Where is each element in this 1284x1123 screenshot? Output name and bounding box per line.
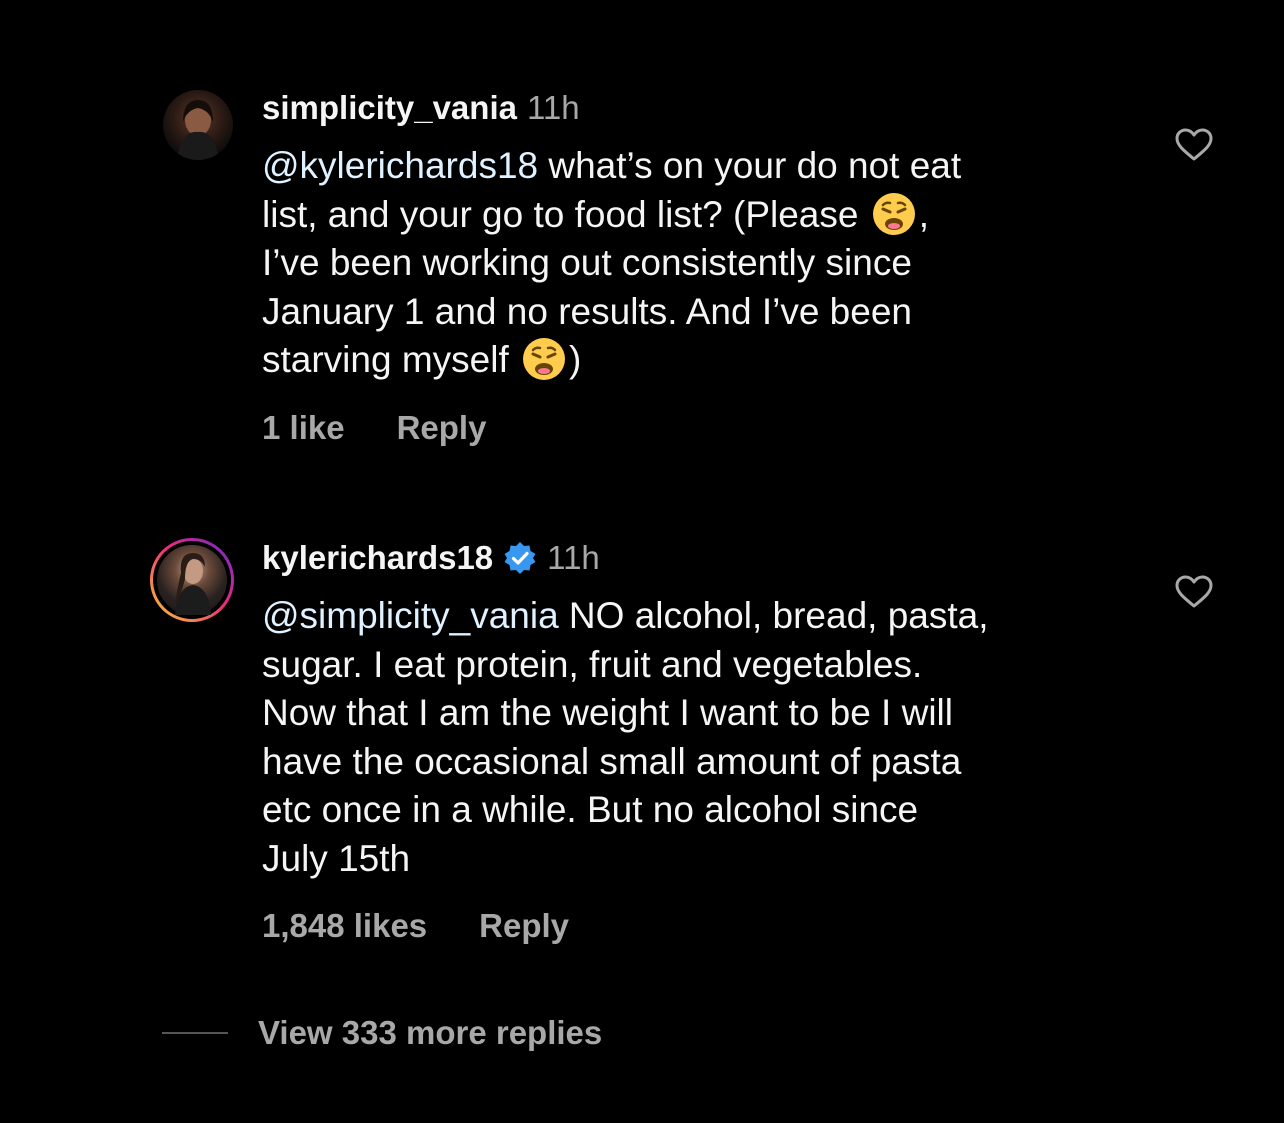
weary-face-emoji	[872, 192, 915, 235]
comment-actions: 1,848 likes Reply	[262, 906, 569, 946]
timestamp: 11h	[547, 539, 600, 576]
like-count[interactable]: 1 like	[262, 408, 345, 448]
view-more-replies[interactable]: View 333 more replies	[162, 1014, 602, 1052]
heart-outline-icon[interactable]	[1175, 575, 1213, 609]
story-ring	[153, 541, 231, 619]
avatar[interactable]	[150, 538, 234, 622]
comment-header: simplicity_vania 11h	[262, 88, 580, 128]
mention-link[interactable]: @simplicity_vania	[262, 595, 559, 636]
like-count[interactable]: 1,848 likes	[262, 906, 427, 946]
comment-text: @kylerichards18 what’s on your do not ea…	[262, 145, 962, 380]
username[interactable]: kylerichards18	[262, 538, 493, 578]
comment-header: kylerichards18 11h	[262, 538, 600, 578]
divider-line	[162, 1032, 228, 1034]
verified-badge-icon	[504, 542, 536, 574]
username[interactable]: simplicity_vania	[262, 88, 517, 128]
mention-link[interactable]: @kylerichards18	[262, 145, 538, 186]
reply-button[interactable]: Reply	[397, 408, 487, 448]
heart-outline-icon[interactable]	[1175, 128, 1213, 162]
comment-actions: 1 like Reply	[262, 408, 486, 448]
timestamp: 11h	[526, 89, 580, 126]
reply-button[interactable]: Reply	[479, 906, 569, 946]
avatar[interactable]	[163, 90, 233, 160]
view-more-label[interactable]: View 333 more replies	[258, 1014, 602, 1052]
comment-text: @simplicity_vania NO alcohol, bread, pas…	[262, 595, 989, 879]
weary-face-emoji	[523, 338, 566, 380]
